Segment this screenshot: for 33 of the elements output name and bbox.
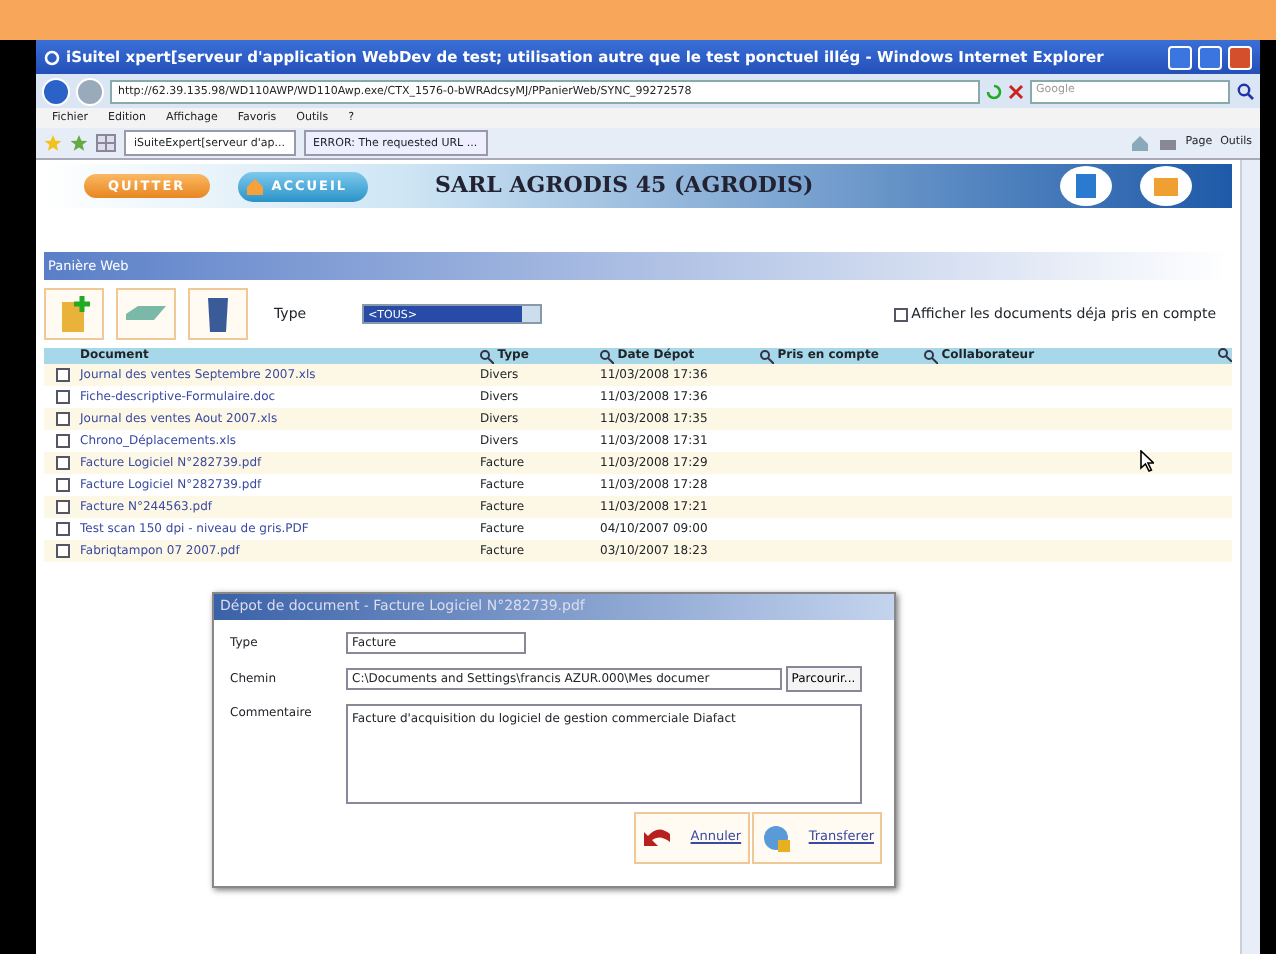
minimize-button[interactable]	[1168, 45, 1192, 69]
search-icon[interactable]	[1218, 348, 1232, 362]
row-checkbox[interactable]	[55, 544, 69, 558]
cursor-icon	[1140, 450, 1154, 472]
scrollbar[interactable]	[1240, 160, 1260, 954]
folder-plus-icon	[58, 294, 90, 334]
tab-grid-icon[interactable]	[96, 134, 116, 152]
row-checkbox[interactable]	[55, 478, 69, 492]
add-document-button[interactable]	[44, 288, 104, 340]
row-checkbox[interactable]	[55, 434, 69, 448]
back-button[interactable]	[42, 77, 70, 105]
mail-button[interactable]	[1140, 166, 1192, 206]
search-icon[interactable]	[1236, 82, 1254, 100]
row-checkbox[interactable]	[55, 390, 69, 404]
star-icon[interactable]	[44, 134, 62, 152]
maximize-button[interactable]	[1198, 45, 1222, 69]
search-icon[interactable]	[924, 349, 938, 363]
search-icon[interactable]	[760, 349, 774, 363]
search-icon[interactable]	[480, 349, 494, 363]
info-button[interactable]	[1060, 166, 1112, 206]
row-checkbox[interactable]	[55, 522, 69, 536]
trash-button[interactable]	[188, 288, 248, 340]
company-name: SARL AGRODIS 45 (AGRODIS)	[435, 169, 814, 202]
trash-icon	[204, 294, 232, 334]
row-checkbox[interactable]	[55, 500, 69, 514]
row-checkbox[interactable]	[55, 368, 69, 382]
close-button[interactable]	[1228, 45, 1252, 69]
search-icon[interactable]	[600, 349, 614, 363]
undo-arrow-icon	[642, 826, 675, 850]
checkbox[interactable]	[893, 307, 908, 321]
stop-icon[interactable]	[1008, 83, 1024, 99]
row-checkbox[interactable]	[55, 412, 69, 426]
row-checkbox[interactable]	[55, 456, 69, 470]
